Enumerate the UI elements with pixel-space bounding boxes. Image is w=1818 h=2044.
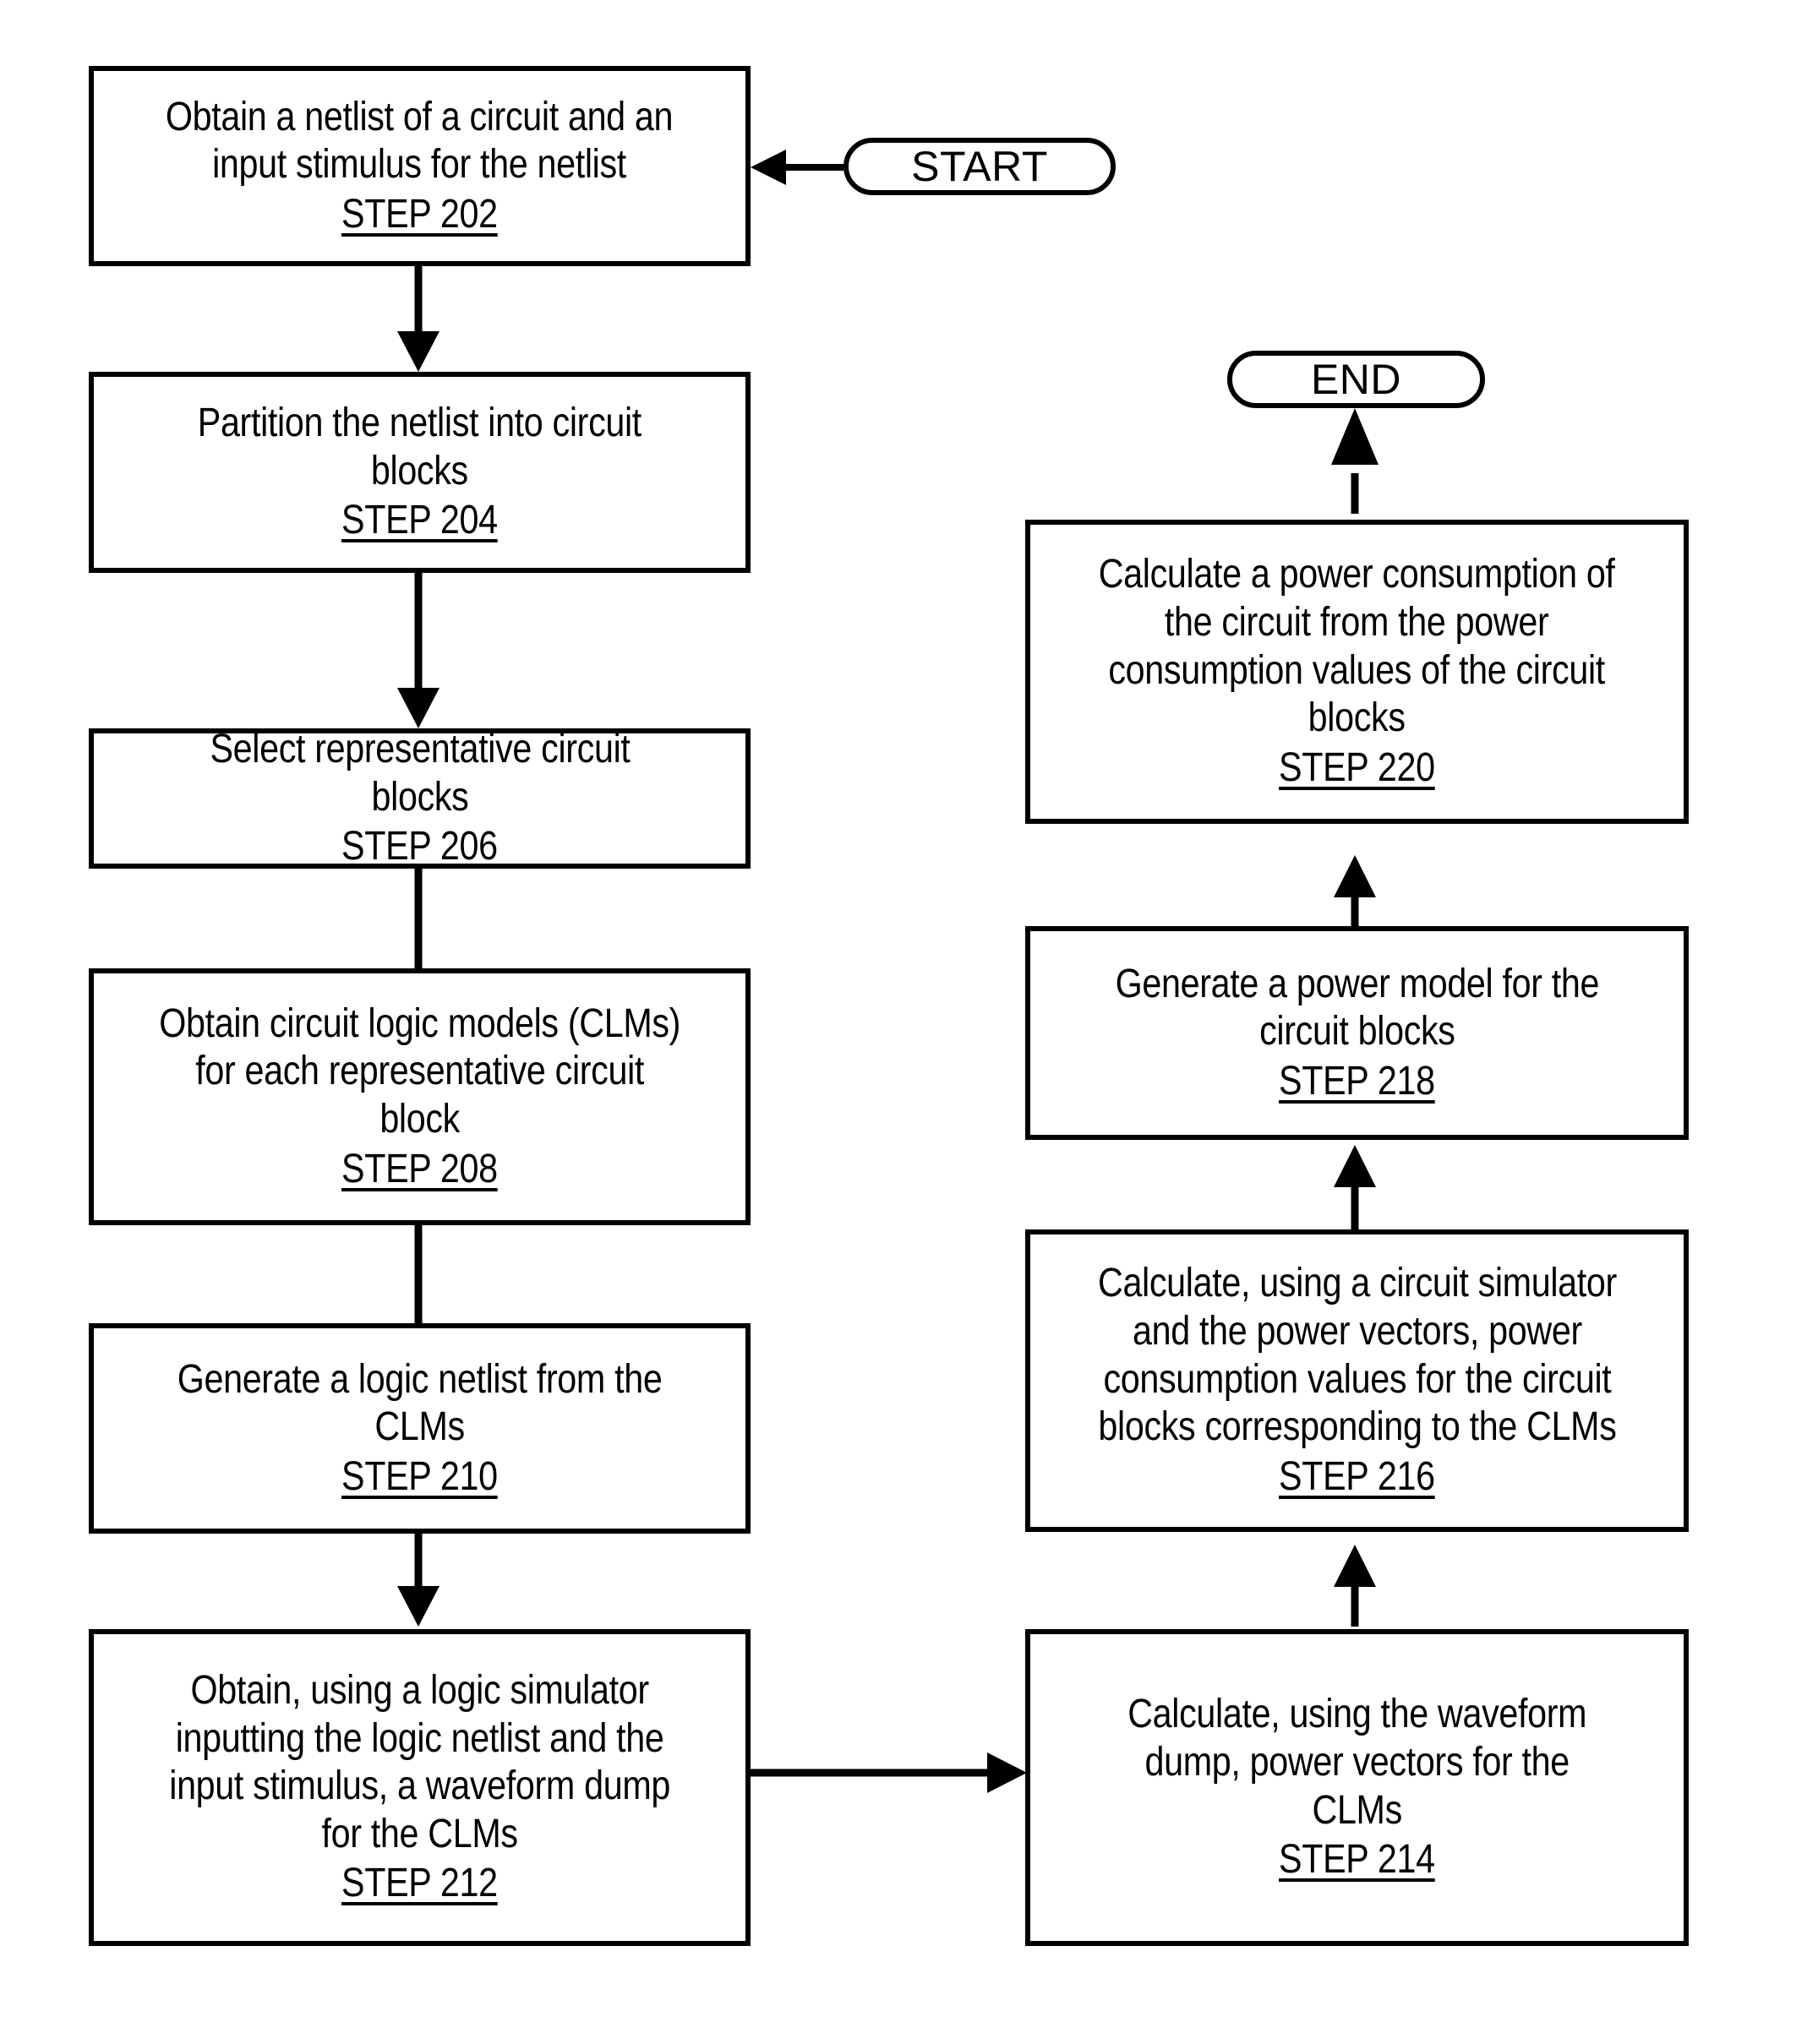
edge-start-to-step202 [751,150,843,185]
step208-body: Obtain circuit logic models (CLMs) for e… [159,1000,680,1142]
edge-step214-to-step216 [1334,1545,1376,1627]
process-node-step208[interactable]: Obtain circuit logic models (CLMs) for e… [89,968,751,1225]
step214-body: Calculate, using the waveform dump, powe… [1127,1692,1586,1833]
step210-body: Generate a logic netlist from the CLMs [177,1356,663,1450]
step216-step-label: STEP 216 [1279,1453,1435,1499]
edge-step202-to-step204 [397,266,439,372]
step206-body: Select representative circuit blocks [209,727,631,820]
step218-body: Generate a power model for the circuit b… [1115,961,1599,1055]
step216-body: Calculate, using a circuit simulator and… [1097,1261,1617,1450]
edge-step210-to-step212 [397,1534,439,1627]
terminator-end-label: END [1310,356,1402,403]
process-node-step216[interactable]: Calculate, using a circuit simulator and… [1025,1229,1689,1532]
process-node-step210[interactable]: Generate a logic netlist from the CLMs S… [89,1323,751,1534]
step218-step-label: STEP 218 [1279,1058,1435,1104]
terminator-start-label: START [911,143,1048,190]
terminator-end[interactable]: END [1227,351,1485,408]
step202-body: Obtain a netlist of a circuit and an inp… [166,94,674,188]
step206-step-label: STEP 206 [341,824,498,869]
edge-step204-to-step206 [397,573,439,728]
step208-step-label: STEP 208 [341,1146,498,1191]
step204-step-label: STEP 204 [341,498,498,543]
step202-step-label: STEP 202 [341,191,498,237]
process-node-step206[interactable]: Select representative circuit blocks STE… [89,727,751,869]
flowchart-canvas: START END Obtain a netlist of a circuit … [0,0,1818,2044]
step220-body: Calculate a power consumption of the cir… [1099,552,1615,741]
step220-step-label: STEP 220 [1279,744,1435,790]
process-node-step212[interactable]: Obtain, using a logic simulator inputtin… [89,1629,751,1946]
edge-step220-to-end [1331,408,1379,514]
step212-body: Obtain, using a logic simulator inputtin… [169,1667,670,1856]
process-node-step214[interactable]: Calculate, using the waveform dump, powe… [1025,1629,1689,1946]
edge-step212-to-step214 [751,1752,1027,1793]
terminator-start[interactable]: START [843,138,1116,195]
step212-step-label: STEP 212 [341,1861,498,1906]
step204-body: Partition the netlist into circuit block… [197,401,642,493]
process-node-step218[interactable]: Generate a power model for the circuit b… [1025,926,1689,1140]
step210-step-label: STEP 210 [341,1453,498,1499]
process-node-step202[interactable]: Obtain a netlist of a circuit and an inp… [89,66,751,266]
step214-step-label: STEP 214 [1279,1837,1435,1883]
process-node-step204[interactable]: Partition the netlist into circuit block… [89,372,751,573]
process-node-step220[interactable]: Calculate a power consumption of the cir… [1025,520,1689,824]
